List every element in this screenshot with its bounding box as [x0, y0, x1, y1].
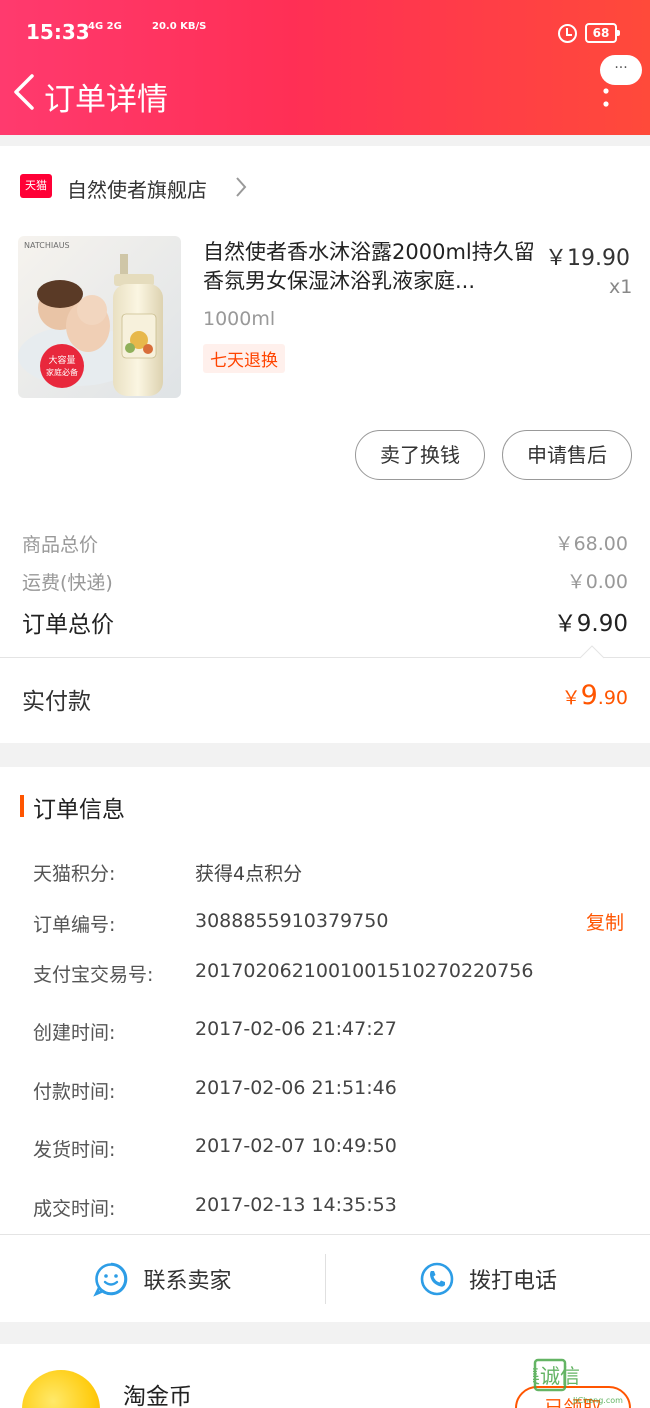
product-spec: 1000ml	[203, 308, 276, 330]
paid-currency: ￥	[561, 687, 581, 709]
more-bubble-button[interactable]: ···	[600, 55, 642, 85]
order-total-label: 订单总价	[22, 612, 114, 638]
call-phone-button[interactable]: 拨打电话	[326, 1236, 650, 1322]
taojinbi-label: 淘金币	[123, 1384, 192, 1408]
contact-seller-label: 联系卖家	[143, 1269, 232, 1294]
page-title: 订单详情	[44, 82, 168, 118]
tmall-badge: 天猫	[20, 174, 52, 198]
points-value: 获得4点积分	[195, 863, 303, 885]
image-brand: NATCHIAUS	[24, 241, 70, 250]
product-image[interactable]: 大容量 家庭必备 NATCHIAUS	[18, 236, 181, 398]
chevron-right-icon[interactable]	[230, 174, 252, 200]
phone-icon	[420, 1262, 454, 1296]
call-phone-label: 拨打电话	[468, 1269, 557, 1294]
order-info-title: 订单信息	[33, 797, 125, 823]
paid-time-value: 2017-02-06 21:51:46	[195, 1077, 397, 1099]
shipping-label: 运费(快递)	[22, 572, 113, 594]
chat-smile-icon	[93, 1262, 128, 1297]
alipay-trade-value: 2017020621001001510270220756	[195, 960, 534, 982]
paid-label: 实付款	[22, 689, 91, 715]
order-total-value: ￥9.90	[553, 611, 628, 637]
watermark-logo: 集诚信 JiCheng.com	[533, 1358, 623, 1405]
contact-seller-button[interactable]: 联系卖家	[0, 1236, 325, 1322]
alipay-trade-label: 支付宝交易号:	[33, 964, 154, 986]
more-menu-icon[interactable]	[603, 88, 609, 108]
sell-for-cash-button[interactable]: 卖了换钱	[355, 430, 485, 480]
created-time-value: 2017-02-06 21:47:27	[195, 1018, 397, 1040]
completed-time-value: 2017-02-13 14:35:53	[195, 1194, 397, 1216]
image-promo-line1: 大容量	[48, 354, 75, 366]
shipping-value: ￥0.00	[566, 571, 628, 593]
product-title[interactable]: 自然使者香水沐浴露2000ml持久留香氛男女保湿沐浴乳液家庭...	[203, 238, 538, 296]
divider	[0, 657, 650, 658]
status-time: 15:33	[26, 20, 90, 44]
header-bar: 15:33 4G 2G 20.0 KB/S 68 订单详情 ···	[0, 0, 650, 135]
completed-time-label: 成交时间:	[33, 1198, 116, 1220]
order-number-value: 3088855910379750	[195, 910, 389, 932]
shipped-time-value: 2017-02-07 10:49:50	[195, 1135, 397, 1157]
alarm-icon	[558, 24, 577, 43]
signal-icon: 4G 2G	[88, 21, 122, 32]
goods-total-value: ￥68.00	[554, 533, 628, 555]
product-quantity: x1	[609, 276, 633, 298]
image-promo-line2: 家庭必备	[46, 367, 78, 377]
paid-value: ￥9.90	[562, 680, 628, 711]
paid-integer: 9	[580, 680, 598, 711]
watermark-text: 集诚信	[533, 1364, 580, 1388]
battery-icon: 68	[585, 23, 620, 43]
product-price: ￥19.90	[545, 246, 630, 271]
order-number-label: 订单编号:	[33, 914, 116, 936]
watermark-sub: JiCheng.com	[572, 1396, 623, 1405]
copy-order-number-button[interactable]: 复制	[586, 908, 624, 935]
shipped-time-label: 发货时间:	[33, 1139, 116, 1161]
created-time-label: 创建时间:	[33, 1022, 116, 1044]
return-policy-tag: 七天退换	[203, 344, 285, 373]
after-sale-button[interactable]: 申请售后	[502, 430, 632, 480]
divider	[0, 1234, 650, 1235]
shop-name[interactable]: 自然使者旗舰店	[67, 174, 207, 203]
back-icon[interactable]	[10, 72, 40, 112]
network-speed: 20.0 KB/S	[152, 21, 207, 32]
paid-time-label: 付款时间:	[33, 1081, 116, 1103]
caret-up-icon	[580, 645, 604, 659]
goods-total-label: 商品总价	[22, 534, 99, 556]
section-accent-bar	[20, 795, 24, 817]
paid-decimal: .90	[597, 687, 628, 709]
points-label: 天猫积分:	[33, 863, 116, 885]
